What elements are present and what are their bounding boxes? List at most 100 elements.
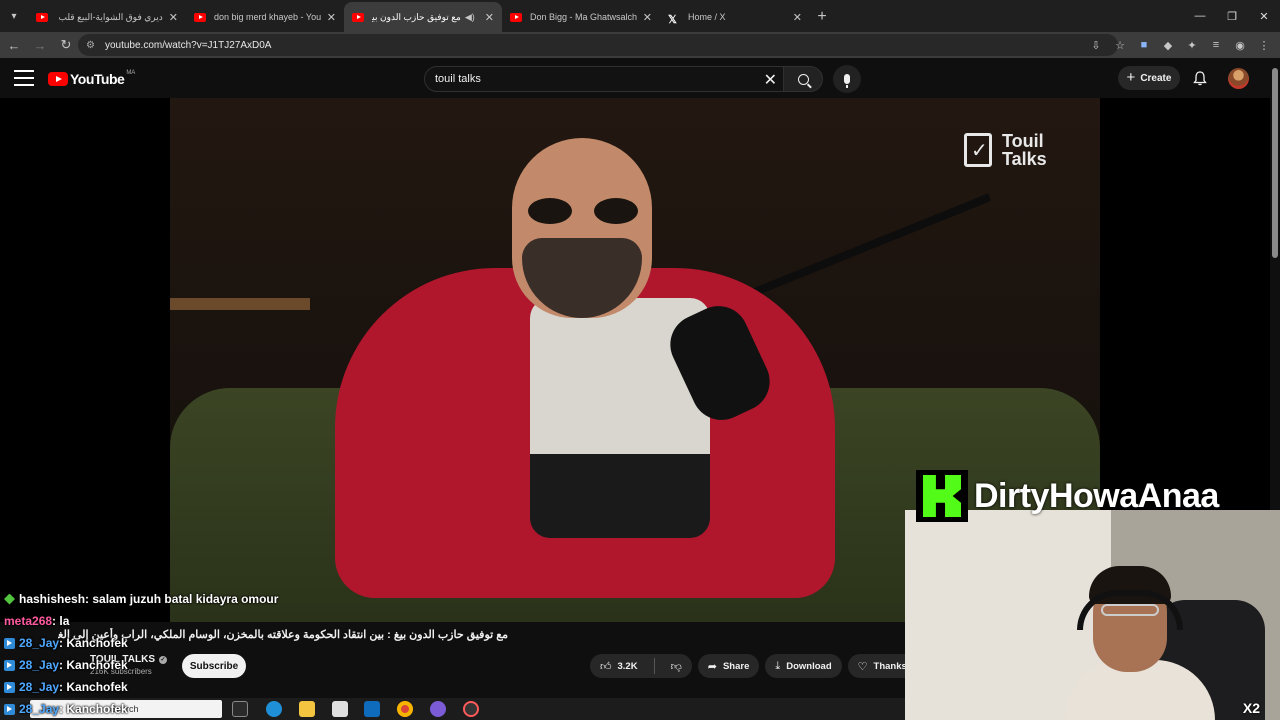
forward-icon[interactable]: → <box>28 33 52 57</box>
channel-watermark: Touil Talks <box>964 132 1047 168</box>
browser-tab-4[interactable]: Don Bigg - Ma Ghatwsalch (Offi ✕ <box>502 2 660 32</box>
chat-text: : Kanchofek <box>59 658 128 672</box>
tab-close-icon[interactable]: ✕ <box>793 11 802 24</box>
close-window-icon[interactable]: ✕ <box>1248 0 1280 32</box>
calculator-icon[interactable] <box>332 701 348 717</box>
reload-icon[interactable]: ↻ <box>54 33 78 57</box>
thanks-label: Thanks <box>873 660 907 672</box>
tab-title: مع توفيق حازب الدون بيغ : بي <box>372 11 461 22</box>
account-avatar[interactable] <box>1228 68 1249 89</box>
task-view-icon[interactable] <box>232 701 248 717</box>
youtube-play-icon <box>48 72 68 86</box>
guide-menu-icon[interactable] <box>14 70 34 86</box>
share-label: Share <box>722 660 750 672</box>
search-button[interactable] <box>783 66 823 92</box>
browser-tab-2[interactable]: don big merd khayeb - YouTube ✕ <box>186 2 344 32</box>
profile-icon[interactable]: ◉ <box>1230 35 1250 55</box>
like-button[interactable]: 👍︎ 3.2K <box>590 654 648 678</box>
watermark-line-2: Talks <box>1002 149 1047 169</box>
site-info-icon[interactable]: ⚙ <box>86 40 95 51</box>
tab-title: ديري فوق الشواية-البيع قلب الطا <box>56 11 163 22</box>
youtube-logo[interactable]: YouTube MA <box>48 70 135 87</box>
chat-text: : salam juzuh batal kidayra omour <box>85 592 279 606</box>
chrome-menu-icon[interactable]: ⋮ <box>1254 35 1274 55</box>
url-text: youtube.com/watch?v=J1TJ27AxD0A <box>104 39 272 51</box>
extensions-puzzle-icon[interactable]: ✦ <box>1182 35 1202 55</box>
streamer-name-overlay: DirtyHowaAnaa <box>916 470 1219 522</box>
chat-username: 28_Jay <box>19 636 60 650</box>
tab-close-icon[interactable]: ✕ <box>327 11 336 24</box>
watermark-line-1: Touil <box>1002 131 1044 151</box>
share-arrow-icon: ➦ <box>707 660 717 673</box>
clear-search-icon[interactable]: ✕ <box>764 70 777 90</box>
chat-username: 28_Jay <box>19 702 60 716</box>
chat-text: : Kanchofek <box>59 636 128 650</box>
tab-close-icon[interactable]: ✕ <box>485 11 494 24</box>
windows-taskbar: Search <box>0 698 905 720</box>
window-controls: — ❐ ✕ <box>1184 0 1280 32</box>
tab-title: don big merd khayeb - YouTube <box>214 12 321 22</box>
speaker-icon[interactable]: ◀) <box>465 12 475 23</box>
browser-tab-1[interactable]: ديري فوق الشواية-البيع قلب الطا ✕ <box>28 2 186 32</box>
file-explorer-icon[interactable] <box>299 701 315 717</box>
youtube-favicon-icon <box>352 12 364 22</box>
minimize-icon[interactable]: — <box>1184 0 1216 32</box>
create-button[interactable]: + Create <box>1118 66 1180 90</box>
super-thanks-icon: ♡ <box>857 660 868 673</box>
install-app-icon[interactable]: ⇩ <box>1086 35 1106 55</box>
edge-browser-icon[interactable] <box>266 701 282 717</box>
translate-extension-icon[interactable]: ■ <box>1134 35 1154 55</box>
address-bar[interactable]: ⚙ youtube.com/watch?v=J1TJ27AxD0A <box>78 34 1118 56</box>
dislike-button[interactable]: 👎︎ <box>661 654 692 678</box>
discord-icon[interactable] <box>430 701 446 717</box>
chat-message: 28_Jay : Kanchofek <box>4 636 128 650</box>
youtube-favicon-icon <box>36 12 48 22</box>
youtube-favicon-icon <box>194 12 206 22</box>
tab-close-icon[interactable]: ✕ <box>169 11 178 24</box>
voice-search-button[interactable] <box>833 65 861 93</box>
streamer-glasses <box>1101 604 1159 616</box>
download-button[interactable]: ⤓ Download <box>765 654 842 678</box>
divider <box>653 658 655 674</box>
scrollbar-thumb[interactable] <box>1272 68 1278 258</box>
chat-message: 28_Jay : Kanchofek <box>4 702 128 716</box>
thumbs-down-icon: 👎︎ <box>670 660 682 673</box>
notifications-bell-icon[interactable] <box>1192 70 1208 86</box>
reading-list-icon[interactable]: ≡ <box>1206 35 1226 55</box>
subscribe-button[interactable]: Subscribe <box>182 654 246 678</box>
obs-icon[interactable] <box>463 701 479 717</box>
touil-talks-logo-icon <box>964 133 992 167</box>
chat-message: meta268 : la <box>4 614 69 628</box>
chat-username: hashishesh <box>19 592 86 606</box>
share-button[interactable]: ➦ Share <box>697 654 760 678</box>
streamer-webcam: X2 <box>905 510 1280 720</box>
kick-logo-icon <box>916 470 968 522</box>
browser-tab-3-active[interactable]: مع توفيق حازب الدون بيغ : بي ◀) ✕ <box>344 2 502 32</box>
tab-title: Home / X <box>688 12 726 22</box>
create-label: Create <box>1140 72 1172 84</box>
browser-tab-strip: ▾ ديري فوق الشواية-البيع قلب الطا ✕ don … <box>0 0 1280 32</box>
chrome-icon[interactable] <box>397 701 413 717</box>
video-actions: 👍︎ 3.2K 👎︎ ➦ Share ⤓ Download ♡ Thanks <box>590 654 917 678</box>
tab-search-icon[interactable]: ▾ <box>0 0 28 32</box>
chat-message: 28_Jay : Kanchofek <box>4 680 128 694</box>
bookmark-star-icon[interactable]: ☆ <box>1110 35 1130 55</box>
x-favicon-icon: 𝕏 <box>668 13 677 26</box>
search-input[interactable]: touil talks ✕ <box>424 66 786 92</box>
new-tab-icon[interactable]: + <box>810 2 834 32</box>
browser-tab-5[interactable]: 𝕏 Home / X ✕ <box>660 2 810 32</box>
tab-close-icon[interactable]: ✕ <box>643 11 652 24</box>
restore-icon[interactable]: ❐ <box>1216 0 1248 32</box>
youtube-masthead: YouTube MA touil talks ✕ + Create <box>0 58 1270 98</box>
chat-text: : Kanchofek <box>59 680 128 694</box>
mic-boom-arm <box>728 193 992 306</box>
like-count: 3.2K <box>617 660 638 672</box>
search-query-text: touil talks <box>435 73 481 85</box>
sunglasses <box>528 198 638 226</box>
toolbar-actions: ⇩ ☆ ■ ◆ ✦ ≡ ◉ ⋮ <box>1086 32 1274 58</box>
chat-badge-icon <box>4 659 15 671</box>
outlook-icon[interactable] <box>364 701 380 717</box>
extension-diamond-icon[interactable]: ◆ <box>1158 35 1178 55</box>
back-icon[interactable]: ← <box>2 33 26 57</box>
multiplier-badge: X2 <box>1242 700 1260 716</box>
